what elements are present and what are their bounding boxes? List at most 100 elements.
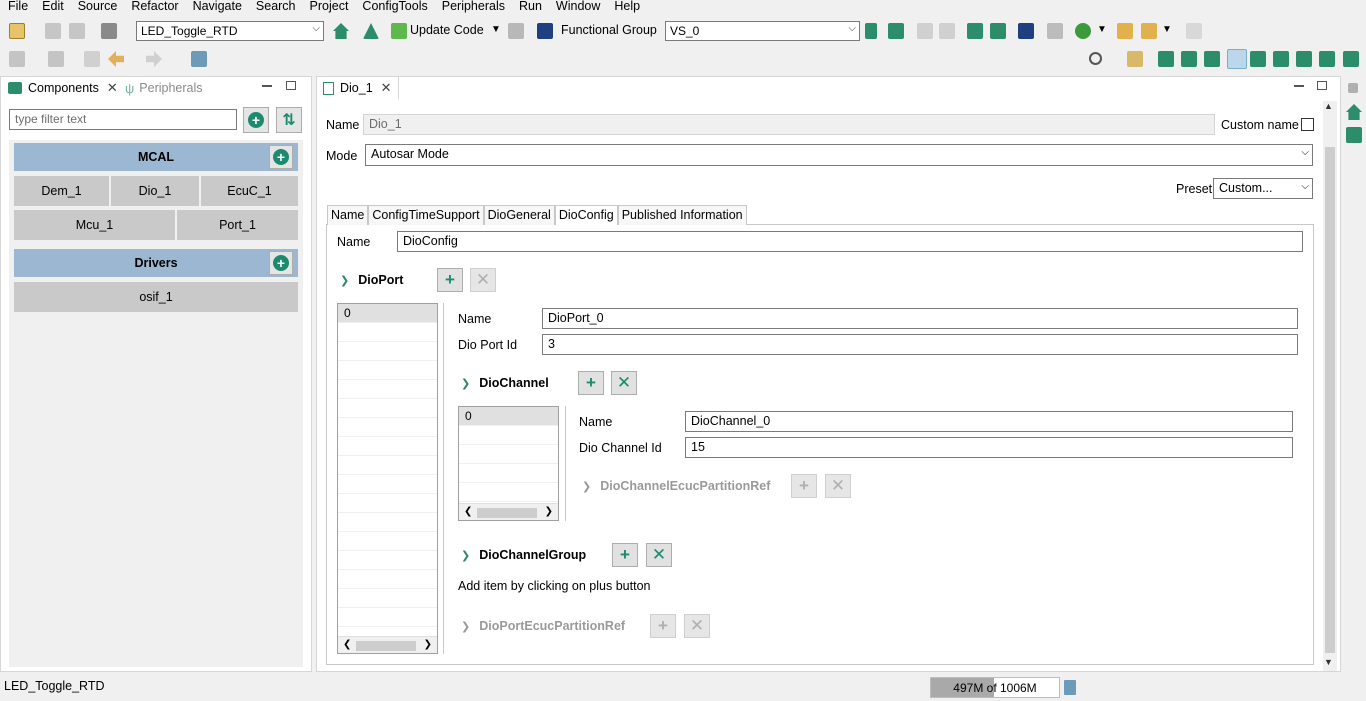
project-combo[interactable]: LED_Toggle_RTD ⌵ xyxy=(136,21,324,41)
maximize-icon[interactable] xyxy=(1317,81,1327,90)
forward-arrow-icon[interactable] xyxy=(146,51,162,67)
add-component-button[interactable]: + xyxy=(243,107,269,133)
menu-help[interactable]: Help xyxy=(606,0,646,16)
upload-icon[interactable] xyxy=(48,51,64,67)
add-port-partition-ref-button[interactable]: + xyxy=(650,614,676,638)
tab-name[interactable]: Name xyxy=(327,205,369,225)
undo-icon[interactable] xyxy=(917,23,933,39)
plugin-icon[interactable] xyxy=(967,23,983,39)
new-icon[interactable] xyxy=(9,23,25,39)
close-icon[interactable]: ✕ xyxy=(381,80,392,96)
preset-select[interactable]: Custom... ⌵ xyxy=(1213,178,1313,199)
board-view-icon[interactable] xyxy=(1319,51,1335,67)
dio-port-name-input[interactable]: DioPort_0 xyxy=(542,308,1298,329)
list-icon[interactable] xyxy=(888,23,904,39)
add-mcal-button[interactable]: + xyxy=(269,145,293,169)
search-icon[interactable] xyxy=(1089,52,1102,65)
trash-icon[interactable] xyxy=(1064,680,1076,695)
add-dio-channel-button[interactable]: + xyxy=(578,371,604,395)
close-icon[interactable]: ✕ xyxy=(107,80,118,96)
scroll-right-icon[interactable]: ❯ xyxy=(545,506,553,517)
tab-diogeneral[interactable]: DioGeneral xyxy=(483,205,555,225)
code-icon[interactable] xyxy=(1346,127,1362,143)
gear-view-icon[interactable] xyxy=(1250,51,1266,67)
category-drivers[interactable]: Drivers xyxy=(14,249,298,277)
scroll-thumb[interactable] xyxy=(1325,147,1335,653)
update-code-dropdown-icon[interactable]: ▼ xyxy=(491,24,501,35)
open-external-icon[interactable] xyxy=(191,51,207,67)
menu-file[interactable]: File xyxy=(0,0,34,16)
filter-input[interactable]: type filter text xyxy=(9,109,237,130)
run-icon[interactable] xyxy=(1075,23,1091,39)
menu-navigate[interactable]: Navigate xyxy=(185,0,248,16)
update-code-icon[interactable] xyxy=(391,23,407,39)
component-dem[interactable]: Dem_1 xyxy=(14,176,109,206)
tab-configtimesupport[interactable]: ConfigTimeSupport xyxy=(368,205,484,225)
dio-channel-name-input[interactable]: DioChannel_0 xyxy=(685,411,1293,432)
config-name-input[interactable]: DioConfig xyxy=(397,231,1303,252)
component-osif[interactable]: osif_1 xyxy=(14,282,298,312)
remove-port-partition-ref-button[interactable]: ✕ xyxy=(684,614,710,638)
diff-icon[interactable] xyxy=(508,23,524,39)
back-arrow-icon[interactable] xyxy=(108,51,124,67)
clocks-view-icon[interactable] xyxy=(1181,51,1197,67)
menu-configtools[interactable]: ConfigTools xyxy=(354,0,433,16)
restore-icon[interactable] xyxy=(1348,83,1358,93)
warning-icon[interactable] xyxy=(363,23,379,39)
add-drivers-button[interactable]: + xyxy=(269,251,293,275)
list-item[interactable]: 0 xyxy=(338,304,437,323)
pins-view-icon[interactable] xyxy=(1158,51,1174,67)
scroll-up-icon[interactable]: ▲ xyxy=(1324,101,1333,111)
name-input[interactable]: Dio_1 xyxy=(363,114,1215,135)
tab-dio-1[interactable]: Dio_1 ✕ xyxy=(317,77,399,99)
tab-components[interactable]: Components ✕ xyxy=(4,77,122,99)
dio-channel-list[interactable]: 0 ❮ ❯ xyxy=(458,406,559,521)
menu-search[interactable]: Search xyxy=(248,0,302,16)
tab-published-information[interactable]: Published Information xyxy=(617,205,747,225)
stack-view-icon[interactable] xyxy=(1273,51,1289,67)
minimize-icon[interactable] xyxy=(1294,85,1304,87)
save-all-icon[interactable] xyxy=(69,23,85,39)
menu-project[interactable]: Project xyxy=(302,0,355,16)
list-item[interactable]: 0 xyxy=(459,407,558,426)
scroll-left-icon[interactable]: ❮ xyxy=(464,506,472,517)
add-dio-port-button[interactable]: + xyxy=(437,268,463,292)
remove-dio-port-button[interactable]: ✕ xyxy=(470,268,496,292)
dio-port-id-input[interactable]: 3 xyxy=(542,334,1298,355)
run-dropdown-icon[interactable]: ▼ xyxy=(1097,24,1107,35)
back-history-icon[interactable] xyxy=(84,51,100,67)
remove-channel-partition-ref-button[interactable]: ✕ xyxy=(825,474,851,498)
dio-port-partition-ref-header[interactable]: ❯ DioPortEcucPartitionRef xyxy=(461,619,625,633)
scroll-thumb[interactable] xyxy=(477,508,537,518)
minimize-icon[interactable] xyxy=(262,85,272,87)
peripherals-view-icon[interactable] xyxy=(1227,49,1247,69)
home-icon[interactable] xyxy=(1346,104,1362,120)
pen-icon[interactable] xyxy=(1186,23,1202,39)
maximize-icon[interactable] xyxy=(286,81,296,90)
tools-dropdown-icon[interactable]: ▼ xyxy=(1162,24,1172,35)
component-port[interactable]: Port_1 xyxy=(177,210,298,240)
menu-refactor[interactable]: Refactor xyxy=(123,0,184,16)
remove-dio-channel-button[interactable]: ✕ xyxy=(611,371,637,395)
editor-scrollbar[interactable]: ▲ ▼ xyxy=(1323,101,1337,671)
tab-dioconfig[interactable]: DioConfig xyxy=(554,205,618,225)
heap-status[interactable]: 497M of 1006M xyxy=(930,677,1060,698)
functional-group-combo[interactable]: VS_0 ⌵ xyxy=(665,21,860,41)
perspective-icon[interactable] xyxy=(1127,51,1143,67)
scroll-down-icon[interactable]: ▼ xyxy=(1324,657,1333,667)
dio-port-list[interactable]: 0 ❮ ❯ xyxy=(337,303,438,654)
download-icon[interactable] xyxy=(9,51,25,67)
dio-port-header[interactable]: ❯ DioPort xyxy=(340,273,403,287)
dio-port-hscroll[interactable]: ❮ ❯ xyxy=(338,636,437,653)
add-channel-partition-ref-button[interactable]: + xyxy=(791,474,817,498)
component-mcu[interactable]: Mcu_1 xyxy=(14,210,175,240)
add-dio-channel-group-button[interactable]: + xyxy=(612,543,638,567)
scroll-thumb[interactable] xyxy=(356,641,416,651)
menu-edit[interactable]: Edit xyxy=(34,0,70,16)
monitor-icon[interactable] xyxy=(1018,23,1034,39)
mode-select[interactable]: Autosar Mode ⌵ xyxy=(365,144,1313,166)
scroll-right-icon[interactable]: ❯ xyxy=(424,639,432,650)
sort-components-button[interactable]: ⇅ xyxy=(276,107,302,133)
refresh-icon[interactable] xyxy=(1047,23,1063,39)
category-mcal[interactable]: MCAL xyxy=(14,143,298,171)
